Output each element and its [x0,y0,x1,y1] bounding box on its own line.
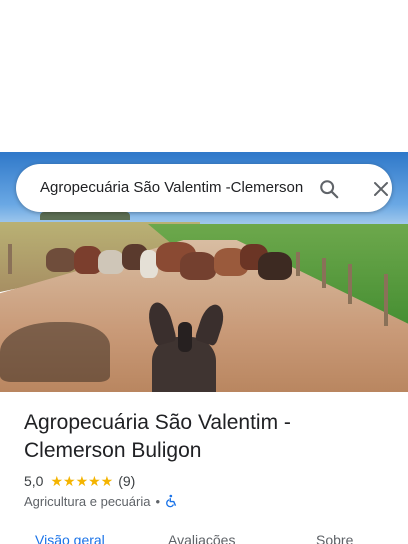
rating-row[interactable]: 5,0 ★★★★★ (9) [24,472,135,490]
search-bar[interactable]: Agropecuária São Valentim -Clemerson Bul… [16,164,392,212]
separator-dot: • [155,493,161,509]
tab-reviews[interactable]: Avaliações [168,532,235,544]
tab-overview[interactable]: Visão geral [35,532,105,544]
close-icon [374,182,388,196]
place-category[interactable]: Agricultura e pecuária [24,494,150,509]
close-button[interactable] [368,176,394,202]
search-icon [320,180,339,199]
place-title: Agropecuária São Valentim - Clemerson Bu… [24,411,291,462]
wheelchair-icon [166,494,177,508]
search-button[interactable] [316,176,342,202]
rating-value: 5,0 [24,473,44,489]
search-input[interactable]: Agropecuária São Valentim -Clemerson Bul… [40,178,304,198]
top-blank-area [0,0,408,152]
rating-stars: ★★★★★ [50,472,114,489]
review-count: (9) [118,473,136,489]
category-row: Agricultura e pecuária • [24,492,179,510]
tab-about[interactable]: Sobre [316,532,353,544]
tab-bar: Visão geral Avaliações Sobre [0,528,408,544]
